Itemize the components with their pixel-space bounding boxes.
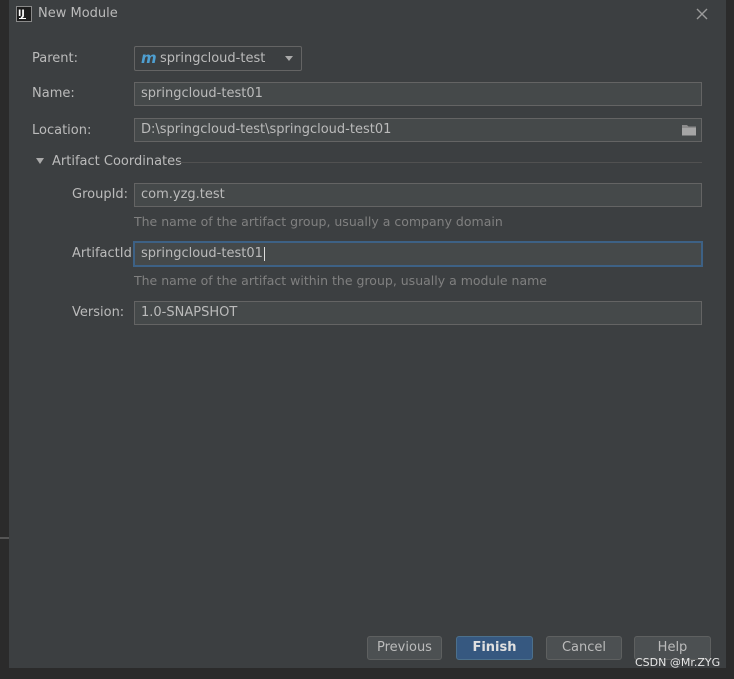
location-field-value: D:\springcloud-test\springcloud-test01 xyxy=(141,122,392,137)
background-ide-bottom xyxy=(0,668,734,679)
artifactid-field[interactable]: springcloud-test01 xyxy=(134,242,702,266)
previous-button[interactable]: Previous xyxy=(367,636,442,660)
folder-icon[interactable] xyxy=(681,123,697,137)
name-field[interactable]: springcloud-test01 xyxy=(134,82,702,106)
background-ide-edge xyxy=(0,0,9,679)
dialog-title: New Module xyxy=(38,6,118,21)
name-field-value: springcloud-test01 xyxy=(141,86,263,101)
location-label: Location: xyxy=(32,123,92,138)
version-label: Version: xyxy=(72,305,125,320)
groupid-label: GroupId: xyxy=(72,187,129,202)
finish-button[interactable]: Finish xyxy=(456,636,533,660)
groupid-field[interactable]: com.yzg.test xyxy=(134,183,702,207)
parent-label: Parent: xyxy=(32,51,78,66)
background-divider xyxy=(0,537,9,539)
cancel-button-label: Cancel xyxy=(561,640,607,655)
cancel-button[interactable]: Cancel xyxy=(546,636,622,660)
version-field[interactable]: 1.0-SNAPSHOT xyxy=(134,301,702,325)
dialog-titlebar: IJ New Module xyxy=(9,0,726,30)
groupid-field-value: com.yzg.test xyxy=(141,187,225,202)
section-divider xyxy=(175,162,702,163)
help-button-label: Help xyxy=(657,640,688,655)
previous-button-label: Previous xyxy=(377,640,432,655)
chevron-down-icon xyxy=(285,56,293,61)
name-label: Name: xyxy=(32,86,75,101)
close-icon[interactable] xyxy=(692,4,712,24)
artifactid-hint: The name of the artifact within the grou… xyxy=(134,273,547,288)
new-module-dialog: IJ New Module Parent: m springcloud-test… xyxy=(9,0,727,668)
artifact-coordinates-title[interactable]: Artifact Coordinates xyxy=(52,154,182,169)
artifactid-field-value: springcloud-test01 xyxy=(141,246,263,261)
maven-icon: m xyxy=(141,49,157,67)
watermark-text: CSDN @Mr.ZYG xyxy=(635,656,721,669)
parent-select-value: springcloud-test xyxy=(160,51,266,66)
groupid-hint: The name of the artifact group, usually … xyxy=(134,214,503,229)
parent-select[interactable]: m springcloud-test xyxy=(134,46,302,71)
text-caret xyxy=(263,246,265,261)
intellij-app-icon: IJ xyxy=(16,6,32,22)
finish-button-label: Finish xyxy=(472,640,517,655)
location-field[interactable]: D:\springcloud-test\springcloud-test01 xyxy=(134,118,702,142)
collapse-arrow-icon[interactable] xyxy=(36,158,44,164)
version-field-value: 1.0-SNAPSHOT xyxy=(141,305,238,320)
artifactid-label: ArtifactId: xyxy=(72,246,137,261)
